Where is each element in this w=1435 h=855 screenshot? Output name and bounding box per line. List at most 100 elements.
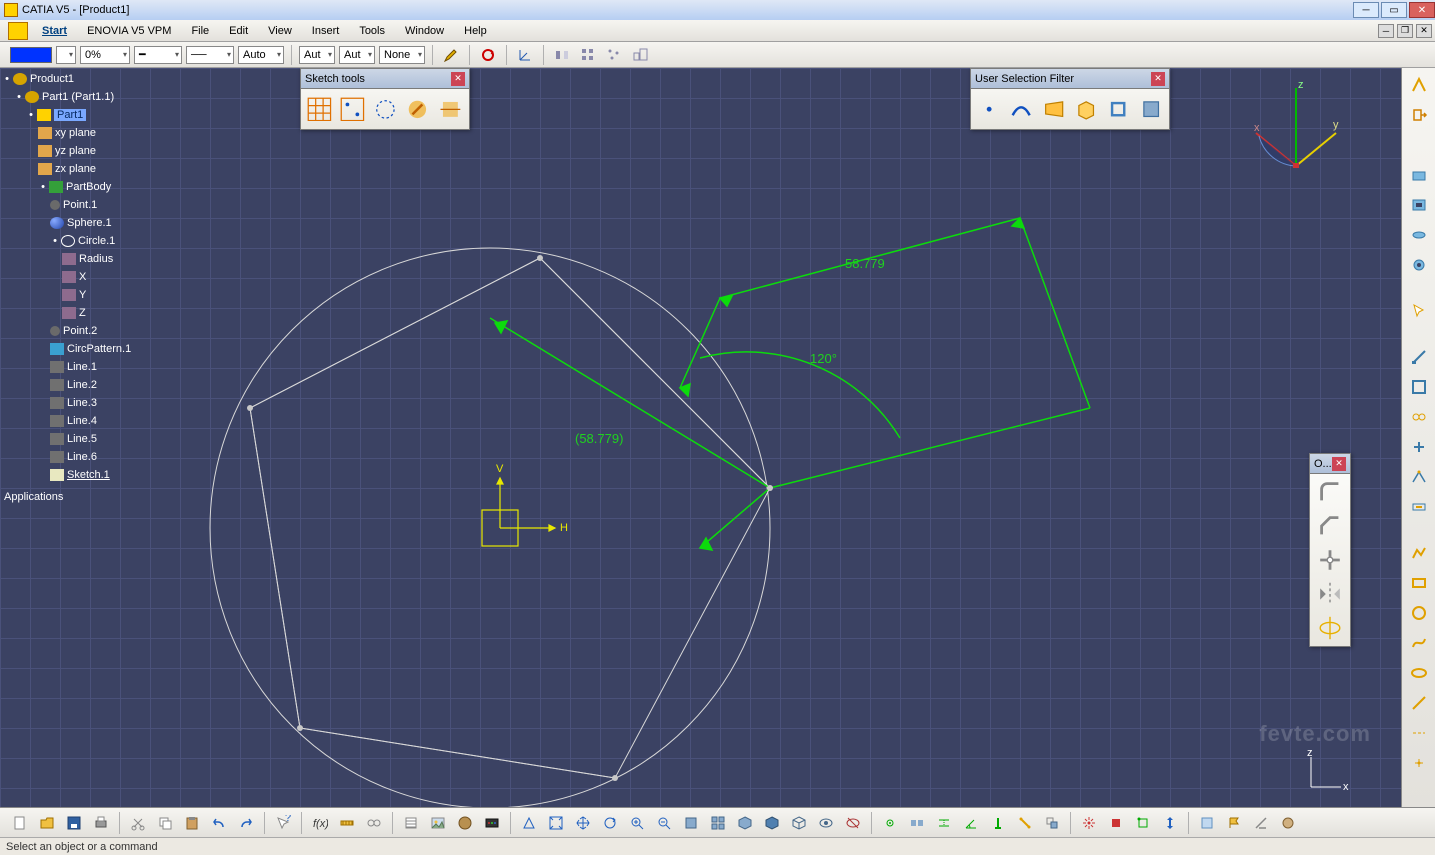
- fix-together-icon[interactable]: [1406, 434, 1432, 460]
- explode-icon[interactable]: [1077, 811, 1101, 835]
- tree-line4[interactable]: Line.4: [2, 412, 212, 430]
- weld-icon[interactable]: [1249, 811, 1273, 835]
- user-pattern-icon[interactable]: [603, 44, 625, 66]
- mdi-restore-button[interactable]: ❐: [1397, 24, 1413, 38]
- color-dropdown[interactable]: [56, 46, 76, 64]
- workbench-icon[interactable]: [1406, 72, 1432, 98]
- rotate-icon[interactable]: [598, 811, 622, 835]
- circle-icon[interactable]: [1406, 600, 1432, 626]
- tree-xy-plane[interactable]: xy plane: [2, 124, 212, 142]
- tree-line2[interactable]: Line.2: [2, 376, 212, 394]
- tree-point1[interactable]: Point.1: [2, 196, 212, 214]
- links-icon[interactable]: [362, 811, 386, 835]
- rect-pattern-icon[interactable]: [577, 44, 599, 66]
- zoom-in-icon[interactable]: [625, 811, 649, 835]
- line-icon[interactable]: [1406, 690, 1432, 716]
- spline-icon[interactable]: [1406, 630, 1432, 656]
- operation-toolbar[interactable]: O...✕: [1309, 453, 1351, 647]
- dimension-length-2[interactable]: (58.779): [575, 431, 623, 446]
- animate-constraint-icon[interactable]: [1406, 494, 1432, 520]
- rectangle-icon[interactable]: [1406, 570, 1432, 596]
- stop-manipulate-icon[interactable]: [1104, 811, 1128, 835]
- offset-icon[interactable]: [932, 811, 956, 835]
- cut-icon[interactable]: [126, 811, 150, 835]
- snap-icon[interactable]: [1131, 811, 1155, 835]
- user-selection-filter-toolbar[interactable]: User Selection Filter✕: [970, 68, 1170, 130]
- swap-visible-icon[interactable]: [841, 811, 865, 835]
- tree-line1[interactable]: Line.1: [2, 358, 212, 376]
- menu-start[interactable]: Start: [32, 22, 77, 40]
- tree-Z[interactable]: Z: [2, 304, 212, 322]
- hole-icon[interactable]: [1406, 252, 1432, 278]
- axis-icon[interactable]: [1406, 720, 1432, 746]
- manipulate-icon[interactable]: [1158, 811, 1182, 835]
- pan-icon[interactable]: [571, 811, 595, 835]
- tree-part[interactable]: •Part1: [2, 106, 212, 124]
- tree-point2[interactable]: Point.2: [2, 322, 212, 340]
- ellipse-icon[interactable]: [1406, 660, 1432, 686]
- window-close-button[interactable]: ✕: [1409, 2, 1435, 18]
- constraint-box-icon[interactable]: [1406, 374, 1432, 400]
- snap-to-point-icon[interactable]: [340, 95, 365, 123]
- auto3-dropdown[interactable]: Aut: [339, 46, 375, 64]
- tree-line3[interactable]: Line.3: [2, 394, 212, 412]
- measure-icon[interactable]: [335, 811, 359, 835]
- apply-material-icon[interactable]: [1276, 811, 1300, 835]
- new-icon[interactable]: [8, 811, 32, 835]
- tree-sphere1[interactable]: Sphere.1: [2, 214, 212, 232]
- contact-constraint-icon[interactable]: [1406, 404, 1432, 430]
- pocket-icon[interactable]: [1406, 192, 1432, 218]
- wireframe-icon[interactable]: [787, 811, 811, 835]
- tree-root[interactable]: •Product1: [2, 70, 212, 88]
- tree-part-instance[interactable]: •Part1 (Part1.1): [2, 88, 212, 106]
- mirror-icon[interactable]: [551, 44, 573, 66]
- dimension-angle[interactable]: 120°: [810, 351, 837, 366]
- catalog-icon[interactable]: [399, 811, 423, 835]
- menu-help[interactable]: Help: [454, 22, 497, 40]
- save-icon[interactable]: [62, 811, 86, 835]
- grid-icon[interactable]: [307, 95, 332, 123]
- whatsthis-icon[interactable]: ?: [271, 811, 295, 835]
- shading-icon[interactable]: [760, 811, 784, 835]
- trim-icon[interactable]: [1316, 546, 1344, 574]
- select-arrow-icon[interactable]: [1406, 298, 1432, 324]
- paintbrush-icon[interactable]: [440, 44, 462, 66]
- quick-constraint-icon[interactable]: [1013, 811, 1037, 835]
- tree-line5[interactable]: Line.5: [2, 430, 212, 448]
- overload-icon[interactable]: [1195, 811, 1219, 835]
- multi-view-icon[interactable]: [706, 811, 730, 835]
- axis-system-icon[interactable]: [514, 44, 536, 66]
- angle-icon[interactable]: [959, 811, 983, 835]
- view-compass[interactable]: x y z: [1251, 78, 1341, 168]
- project3d-icon[interactable]: [1316, 614, 1344, 642]
- window-minimize-button[interactable]: ─: [1353, 2, 1379, 18]
- image-icon[interactable]: [426, 811, 450, 835]
- dimensional-constraints-icon[interactable]: [438, 95, 463, 123]
- auto-constraint-icon[interactable]: [1406, 464, 1432, 490]
- smart-move-icon[interactable]: [1040, 811, 1064, 835]
- iso-view-icon[interactable]: [733, 811, 757, 835]
- hide-show-icon[interactable]: [814, 811, 838, 835]
- mdi-close-button[interactable]: ✕: [1416, 24, 1432, 38]
- volume-filter-icon[interactable]: [1074, 95, 1098, 123]
- tree-partbody[interactable]: •PartBody: [2, 178, 212, 196]
- fly-icon[interactable]: [517, 811, 541, 835]
- menu-insert[interactable]: Insert: [302, 22, 350, 40]
- user-filter-close-button[interactable]: ✕: [1151, 72, 1165, 86]
- tree-X[interactable]: X: [2, 268, 212, 286]
- render-icon[interactable]: [480, 811, 504, 835]
- menu-window[interactable]: Window: [395, 22, 454, 40]
- auto1-dropdown[interactable]: Auto: [238, 46, 284, 64]
- body-filter-icon[interactable]: [1139, 95, 1163, 123]
- redo-icon[interactable]: [234, 811, 258, 835]
- tree-circpattern[interactable]: CircPattern.1: [2, 340, 212, 358]
- menu-tools[interactable]: Tools: [349, 22, 395, 40]
- auto2-dropdown[interactable]: Aut: [299, 46, 335, 64]
- specification-tree[interactable]: •Product1 •Part1 (Part1.1) •Part1 xy pla…: [2, 70, 212, 506]
- constraint-icon[interactable]: [1406, 344, 1432, 370]
- tree-yz-plane[interactable]: yz plane: [2, 142, 212, 160]
- copy-icon[interactable]: [153, 811, 177, 835]
- menu-view[interactable]: View: [258, 22, 302, 40]
- menu-edit[interactable]: Edit: [219, 22, 258, 40]
- curve-filter-icon[interactable]: [1009, 95, 1033, 123]
